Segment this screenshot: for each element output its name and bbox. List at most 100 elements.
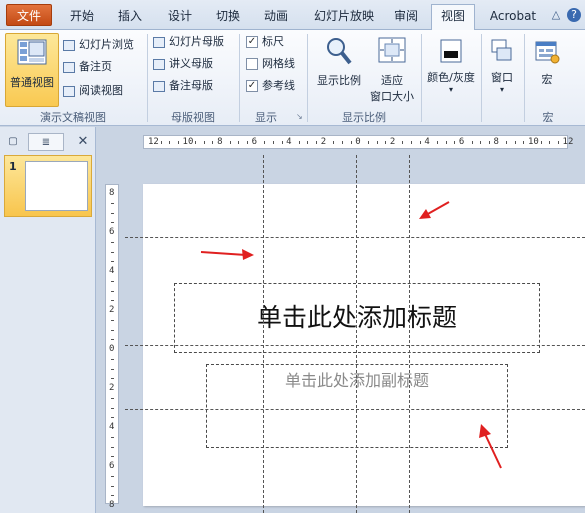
horizontal-guide[interactable] — [125, 409, 585, 410]
slide-sorter-button[interactable]: 幻灯片浏览 — [63, 36, 134, 54]
fit-to-window-button[interactable]: 适应 窗口大小 — [367, 33, 417, 107]
group-separator — [481, 34, 482, 122]
ruler-tick — [436, 141, 438, 144]
slide-sorter-label: 幻灯片浏览 — [79, 38, 134, 51]
ruler-tick — [549, 141, 551, 144]
tab-view[interactable]: 视图 — [431, 4, 475, 30]
ruler-tick — [111, 358, 114, 360]
slide-thumbnail-selected[interactable]: 1 — [4, 155, 92, 217]
ruler-tick — [341, 141, 343, 144]
notes-page-button[interactable]: 备注页 — [63, 58, 112, 76]
ruler-tick — [506, 141, 508, 144]
ruler-tick — [514, 141, 516, 144]
ruler-label: 10 — [182, 137, 194, 147]
ruler-tick — [385, 141, 387, 144]
normal-view-button[interactable]: 普通视图 — [5, 33, 59, 107]
subtitle-placeholder[interactable]: 单击此处添加副标题 — [206, 364, 508, 448]
notes-master-button[interactable]: 备注母版 — [153, 77, 213, 95]
handout-master-label: 讲义母版 — [169, 57, 213, 70]
fit-to-window-icon — [377, 36, 407, 64]
red-arrow-icon — [200, 249, 254, 260]
tab-transitions[interactable]: 切换 — [206, 5, 250, 30]
color-grayscale-button[interactable]: 颜色/灰度 ▾ — [423, 33, 479, 107]
ruler-tick — [402, 141, 404, 144]
horizontal-guide[interactable] — [125, 237, 585, 238]
ruler-tick — [111, 212, 114, 214]
tab-animations[interactable]: 动画 — [254, 5, 298, 30]
outline-tab-icon[interactable]: ≣ — [28, 133, 64, 151]
slide-editing-area[interactable]: 12 10 8 6 4 2 0 2 4 6 8 10 12 8 6 4 2 0 2 4 6 8 单击此处添加标题 单击此… — [97, 127, 585, 513]
horizontal-guide[interactable] — [125, 345, 585, 346]
tab-design[interactable]: 设计 — [158, 5, 202, 30]
tab-acrobat[interactable]: Acrobat — [482, 5, 544, 30]
normal-view-label: 普通视图 — [10, 76, 54, 89]
ruler-tick — [111, 339, 114, 341]
ruler-checkbox[interactable]: ✓ 标尺 — [246, 33, 284, 51]
tab-home[interactable]: 开始 — [60, 5, 104, 30]
ruler-tick — [111, 378, 114, 380]
group-label-master-views: 母版视图 — [171, 111, 215, 124]
vertical-guide[interactable] — [263, 155, 264, 513]
vertical-ruler: 8 6 4 2 0 2 4 6 8 — [105, 184, 119, 510]
tab-review[interactable]: 审阅 — [386, 5, 426, 30]
show-dialog-launcher-icon[interactable]: ↘ — [296, 112, 305, 121]
guides-check-icon: ✓ — [246, 80, 258, 92]
ruler-tick — [111, 446, 114, 448]
ruler-tick — [376, 141, 378, 144]
slide-master-icon — [153, 36, 165, 48]
macros-button[interactable]: 宏 — [528, 33, 566, 107]
ribbon-tab-bar: 文件 开始 插入 设计 切换 动画 幻灯片放映 审阅 视图 Acrobat △ … — [0, 0, 585, 30]
title-placeholder[interactable]: 单击此处添加标题 — [174, 283, 540, 353]
slides-tab-icon[interactable]: ▢ — [4, 133, 22, 151]
zoom-button[interactable]: 显示比例 — [311, 33, 367, 107]
slides-pane: ▢ ≣ ✕ 1 — [0, 127, 96, 513]
group-separator — [421, 34, 422, 122]
tab-file[interactable]: 文件 — [6, 4, 52, 26]
ruler-tick — [195, 141, 197, 144]
slide-master-button[interactable]: 幻灯片母版 — [153, 33, 224, 51]
tab-slideshow[interactable]: 幻灯片放映 — [305, 5, 383, 30]
gridlines-checkbox[interactable]: 网格线 — [246, 55, 295, 73]
ruler-label: 0 — [355, 137, 361, 147]
ruler-tick — [246, 141, 248, 144]
group-label-zoom: 显示比例 — [342, 111, 386, 124]
ruler-label: 8 — [493, 137, 499, 147]
slide-master-label: 幻灯片母版 — [169, 35, 224, 48]
ruler-tick — [281, 141, 283, 144]
minimize-ribbon-icon[interactable]: △ — [549, 8, 563, 22]
ruler-label: 0 — [109, 344, 115, 354]
ruler-tick — [111, 397, 114, 399]
ruler-tick — [445, 141, 447, 144]
ruler-label: 2 — [109, 383, 115, 393]
help-icon[interactable]: ? — [567, 8, 581, 22]
ruler-tick — [111, 261, 114, 263]
vertical-guide[interactable] — [356, 155, 357, 513]
close-pane-icon[interactable]: ✕ — [74, 133, 92, 151]
window-button[interactable]: 窗口 ▾ — [484, 33, 520, 107]
ruler-tick — [229, 141, 231, 144]
ruler-label: 4 — [286, 137, 292, 147]
notes-master-icon — [153, 80, 165, 92]
gridlines-label: 网格线 — [262, 57, 295, 70]
tab-insert[interactable]: 插入 — [108, 5, 152, 30]
ruler-label: 4 — [109, 266, 115, 276]
vertical-guide[interactable] — [409, 155, 410, 513]
ruler-label: 6 — [109, 227, 115, 237]
handout-master-icon — [153, 58, 165, 70]
ruler-check-icon: ✓ — [246, 36, 258, 48]
group-label-macros: 宏 — [542, 111, 554, 124]
ruler-tick — [367, 141, 369, 144]
ruler-tick — [307, 141, 309, 144]
ruler-label: 2 — [320, 137, 327, 147]
guides-checkbox[interactable]: ✓ 参考线 — [246, 77, 295, 95]
reading-view-button[interactable]: 阅读视图 — [63, 82, 123, 100]
group-label-presentation-views: 演示文稿视图 — [40, 111, 106, 124]
notes-page-label: 备注页 — [79, 60, 112, 73]
group-separator — [524, 34, 525, 122]
ribbon-view: 普通视图 幻灯片浏览 备注页 阅读视图 演示文稿视图 幻灯片母版 讲义母版 备注… — [0, 30, 585, 126]
ruler-label: 6 — [251, 137, 258, 147]
ruler-tick — [177, 141, 179, 144]
ruler-tick — [419, 141, 421, 144]
handout-master-button[interactable]: 讲义母版 — [153, 55, 213, 73]
zoom-label: 显示比例 — [317, 74, 361, 87]
